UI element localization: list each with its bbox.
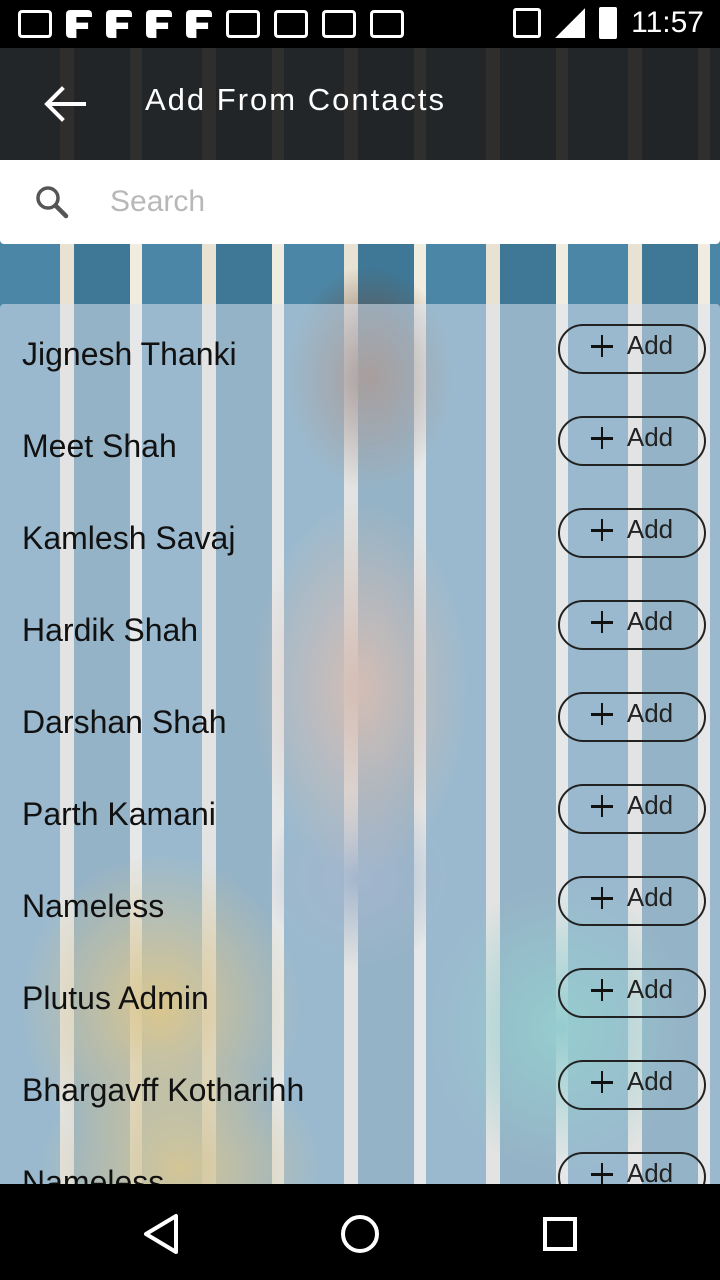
back-button[interactable] [40, 84, 88, 124]
add-button[interactable]: Add [558, 1152, 706, 1184]
plus-icon [590, 703, 613, 725]
shield-icon [274, 10, 308, 38]
add-button[interactable]: Add [558, 508, 706, 558]
image-icon [226, 10, 260, 38]
plus-icon [590, 611, 613, 633]
gmail-icon [322, 10, 356, 38]
add-button-label: Add [626, 697, 674, 728]
list-item: Plutus Admin Add [0, 948, 720, 1040]
contact-name: Jignesh Thanki [22, 336, 237, 372]
contact-name: Kamlesh Savaj [22, 520, 236, 556]
facebook-icon [146, 10, 172, 38]
search-icon [36, 186, 69, 219]
list-item: Jignesh Thanki Add [0, 304, 720, 396]
signal-icon [555, 8, 586, 38]
plus-icon [590, 887, 613, 909]
add-button[interactable]: Add [558, 692, 706, 742]
add-button[interactable]: Add [558, 324, 706, 374]
contact-name: Hardik Shah [22, 612, 199, 648]
contact-list: Jignesh Thanki Add Meet Shah Add Kamlesh… [0, 304, 720, 1184]
plus-icon [590, 1163, 613, 1184]
nav-home-button[interactable] [336, 1210, 384, 1258]
add-button[interactable]: Add [558, 876, 706, 926]
facebook-icon [66, 10, 92, 38]
plus-icon [590, 979, 613, 1001]
vibrate-icon [513, 8, 542, 38]
plus-icon [590, 427, 613, 449]
plus-icon [590, 519, 613, 541]
contact-name: Plutus Admin [22, 980, 209, 1016]
add-button-label: Add [626, 1157, 674, 1185]
search-bar [0, 160, 720, 244]
contact-name: Nameless [22, 1164, 165, 1184]
list-item: Bhargavff Kotharihh Add [0, 1040, 720, 1132]
plus-icon [590, 1071, 613, 1093]
messages-icon [18, 10, 52, 38]
add-button-label: Add [626, 605, 674, 636]
list-item: Meet Shah Add [0, 396, 720, 488]
add-button-label: Add [626, 789, 674, 820]
add-button-label: Add [626, 881, 674, 912]
list-item: Parth Kamani Add [0, 764, 720, 856]
add-button-label: Add [626, 513, 674, 544]
add-button[interactable]: Add [558, 416, 706, 466]
circle-home-icon [341, 1215, 379, 1253]
navigation-bar [0, 1184, 720, 1280]
nav-back-button[interactable] [138, 1210, 186, 1258]
add-button-label: Add [626, 973, 674, 1004]
contact-name: Parth Kamani [22, 796, 216, 832]
clock: 11:57 [631, 6, 704, 39]
plus-icon [590, 795, 613, 817]
arrow-left-icon [44, 86, 86, 122]
contact-name: Darshan Shah [22, 704, 227, 740]
list-item: Kamlesh Savaj Add [0, 488, 720, 580]
contact-name: Bhargavff Kotharihh [22, 1072, 305, 1108]
page-title: Add From Contacts [145, 82, 447, 117]
add-button-label: Add [626, 1065, 674, 1096]
gmail-icon [370, 10, 404, 38]
list-item: Nameless Add [0, 1132, 720, 1184]
nav-recents-button[interactable] [536, 1210, 584, 1258]
add-button[interactable]: Add [558, 600, 706, 650]
triangle-back-icon [144, 1214, 178, 1254]
contact-name: Meet Shah [22, 428, 177, 464]
add-button-label: Add [626, 421, 674, 452]
facebook-icon [106, 10, 132, 38]
plus-icon [590, 335, 613, 357]
add-button[interactable]: Add [558, 784, 706, 834]
list-item: Darshan Shah Add [0, 672, 720, 764]
contact-name: Nameless [22, 888, 165, 924]
status-bar: 11:57 [0, 0, 720, 48]
battery-icon [599, 7, 618, 39]
system-icons: 11:57 [513, 6, 704, 40]
add-button[interactable]: Add [558, 1060, 706, 1110]
square-recents-icon [543, 1217, 577, 1251]
add-button[interactable]: Add [558, 968, 706, 1018]
list-item: Nameless Add [0, 856, 720, 948]
add-button-label: Add [626, 329, 674, 360]
list-item: Hardik Shah Add [0, 580, 720, 672]
app-bar: Add From Contacts [0, 48, 720, 160]
facebook-icon [186, 10, 212, 38]
screen: 11:57 Add From Contacts Jignesh Thanki A… [0, 0, 720, 1280]
search-input[interactable] [110, 178, 690, 226]
notification-icons [18, 10, 404, 38]
